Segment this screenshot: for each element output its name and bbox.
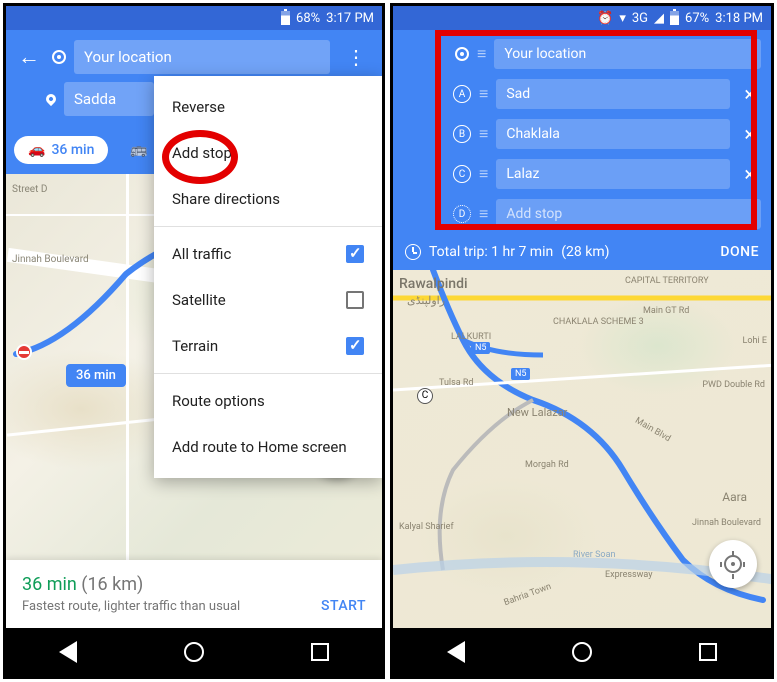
battery-icon — [281, 11, 290, 25]
android-nav-bar — [6, 628, 382, 676]
menu-all-traffic[interactable]: All traffic — [154, 231, 382, 277]
nav-home-button[interactable] — [572, 642, 592, 662]
map-label-lalazar: New Lalazar — [507, 406, 567, 419]
route-distance: (16 km) — [81, 574, 143, 595]
map-label-urdu: راولپنڈی — [407, 294, 445, 307]
stop-letter-d: D — [453, 205, 471, 223]
menu-add-home-screen[interactable]: Add route to Home screen — [154, 424, 382, 470]
stop-letter-b: B — [453, 125, 471, 143]
map-marker-c: C — [417, 388, 433, 404]
map-label-aara: Aara — [722, 490, 747, 504]
nav-back-button[interactable] — [59, 641, 77, 663]
checkbox-terrain[interactable] — [346, 337, 364, 355]
map-label-rawalpindi: Rawalpindi — [399, 276, 468, 292]
trip-summary-bar: Total trip: 1 hr 7 min (28 km) DONE — [393, 234, 771, 270]
stop-origin-input[interactable]: Your location — [494, 39, 761, 69]
map-label-morgah: Morgah Rd — [525, 460, 569, 470]
stop-letter-c: C — [453, 165, 471, 183]
bus-icon — [130, 142, 147, 158]
route-description: Fastest route, lighter traffic than usua… — [22, 599, 366, 614]
add-stop-input[interactable]: Add stop — [496, 199, 761, 229]
menu-terrain[interactable]: Terrain — [154, 323, 382, 369]
battery-pct: 67% — [685, 11, 709, 26]
drag-handle-icon[interactable]: ≡ — [477, 44, 486, 64]
map-label-tulsa: Tulsa Rd — [439, 378, 474, 388]
android-nav-bar — [393, 628, 771, 676]
overflow-dropdown: Reverse Add stop Share directions All tr… — [154, 76, 382, 478]
map-label-street-d: Street D — [12, 184, 47, 195]
origin-icon — [455, 47, 469, 61]
drag-handle-icon[interactable]: ≡ — [479, 164, 488, 184]
map-label-capital: CAPITAL TERRITORY — [625, 276, 709, 286]
checkbox-satellite[interactable] — [346, 291, 364, 309]
remove-stop-c[interactable]: × — [738, 162, 761, 186]
trip-total: Total trip: 1 hr 7 min — [429, 244, 553, 260]
hwy-n5-a: N5 — [471, 342, 490, 354]
clock: 3:18 PM — [715, 11, 763, 26]
drag-handle-icon[interactable]: ≡ — [479, 124, 488, 144]
map-label-chaklala: CHAKLALA SCHEME 3 — [553, 318, 644, 327]
driving-time: 36 min — [51, 142, 94, 158]
stop-letter-a: A — [453, 85, 471, 103]
route-summary-card[interactable]: 36 min (16 km) Fastest route, lighter tr… — [6, 560, 382, 628]
stop-b-input[interactable]: Chaklala — [496, 119, 730, 149]
menu-route-options[interactable]: Route options — [154, 378, 382, 424]
battery-pct: 68% — [296, 11, 320, 26]
status-bar: ⏰ ▾ 3G ◢ 67% 3:18 PM — [393, 6, 771, 30]
locate-fab[interactable] — [709, 540, 757, 588]
map-label-pwd: PWD Double Rd — [702, 380, 765, 390]
menu-add-stop[interactable]: Add stop — [154, 130, 382, 176]
clock: 3:17 PM — [326, 11, 374, 26]
start-button[interactable]: START — [321, 598, 366, 614]
nav-recent-button[interactable] — [311, 643, 329, 661]
phone-right: ⏰ ▾ 3G ◢ 67% 3:18 PM ≡ Your location A ≡… — [390, 3, 774, 679]
map-label-expressway: Expressway — [605, 570, 653, 580]
remove-stop-b[interactable]: × — [738, 122, 761, 146]
remove-stop-a[interactable]: × — [738, 82, 761, 106]
map-label-lalkurti: LALKURTI — [451, 332, 491, 342]
destination-icon — [44, 92, 58, 106]
map-label-gt: Main GT Rd — [643, 306, 689, 316]
drag-handle-icon[interactable]: ≡ — [479, 84, 488, 104]
checkbox-all-traffic[interactable] — [346, 245, 364, 263]
stop-c-input[interactable]: Lalaz — [496, 159, 730, 189]
battery-icon — [670, 11, 679, 25]
status-bar: 68% 3:17 PM — [6, 6, 382, 30]
overflow-menu-icon[interactable] — [338, 45, 374, 69]
route-time-badge: 36 min — [66, 364, 126, 387]
done-button[interactable]: DONE — [720, 244, 759, 260]
origin-input[interactable]: Your location — [74, 40, 330, 74]
menu-satellite[interactable]: Satellite — [154, 277, 382, 323]
drag-handle-icon[interactable]: ≡ — [479, 204, 488, 224]
nav-back-button[interactable] — [447, 641, 465, 663]
wifi-icon: ▾ — [619, 11, 626, 26]
stop-a-input[interactable]: Sad — [496, 79, 730, 109]
destination-input[interactable]: Sadda — [64, 82, 154, 116]
signal-icon: ◢ — [654, 11, 664, 26]
no-entry-icon — [16, 344, 32, 360]
phone-left: 68% 3:17 PM ← Your location Sadda 36 min… — [3, 3, 385, 679]
trip-distance: (28 km) — [561, 244, 609, 260]
map-label-lohi: Lohi E — [743, 336, 767, 346]
map-label-river: River Soan — [573, 550, 615, 560]
alarm-icon: ⏰ — [597, 11, 613, 26]
back-arrow-icon[interactable]: ← — [14, 40, 44, 74]
stops-header: ≡ Your location A ≡ Sad × B ≡ Chaklala ×… — [393, 30, 771, 234]
locate-icon — [724, 555, 742, 573]
map-label-jinnah: Jinnah Boulevard — [12, 254, 89, 265]
nav-recent-button[interactable] — [699, 643, 717, 661]
car-icon — [28, 142, 45, 158]
map-label-jinnah: Jinnah Boulevard — [692, 518, 761, 528]
menu-share-directions[interactable]: Share directions — [154, 176, 382, 222]
mode-driving[interactable]: 36 min — [14, 136, 108, 164]
network-type: 3G — [632, 11, 648, 26]
map-label-kalyal: Kalyal Sharief — [399, 522, 454, 532]
map-area[interactable]: Rawalpindi راولپنڈی LALKURTI CHAKLALA SC… — [393, 270, 771, 650]
hwy-n5-b: N5 — [511, 368, 530, 380]
origin-icon — [52, 50, 66, 64]
clock-icon — [405, 244, 421, 260]
menu-reverse[interactable]: Reverse — [154, 84, 382, 130]
nav-home-button[interactable] — [184, 642, 204, 662]
route-time: 36 min — [22, 574, 77, 595]
